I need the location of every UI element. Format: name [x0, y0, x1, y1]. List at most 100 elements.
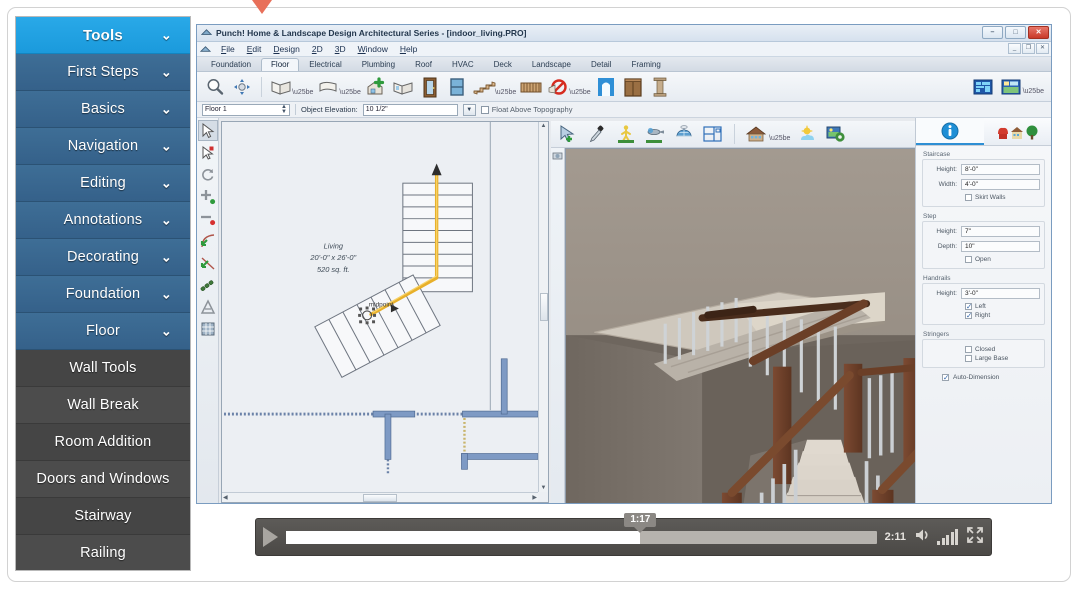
add-point-icon[interactable] [198, 186, 218, 207]
fullscreen-icon[interactable] [966, 526, 984, 549]
tab-roof[interactable]: Roof [405, 58, 442, 71]
menu-item-window[interactable]: Window [352, 44, 394, 54]
plan-scroll-left-arrow[interactable]: ◀ [222, 494, 229, 502]
wall-break-dropdown-dot[interactable]: \u25be [339, 89, 360, 101]
wall-tools-dropdown-dot[interactable]: \u25be [292, 89, 313, 101]
stairway-icon[interactable] [471, 74, 497, 100]
wall-break-icon[interactable] [315, 74, 341, 100]
pan-icon[interactable] [229, 74, 255, 100]
arc-out-icon[interactable] [198, 252, 218, 273]
plan-scroll-right-arrow[interactable]: ▶ [531, 494, 538, 502]
menu-item-design[interactable]: Design [267, 44, 305, 54]
mdi-close-button[interactable]: ✕ [1036, 43, 1049, 54]
plan-scroll-up-arrow[interactable]: ▲ [540, 122, 548, 130]
sidebar-item-first-steps[interactable]: First Steps⌄ [16, 54, 190, 91]
tab-hvac[interactable]: HVAC [442, 58, 484, 71]
house-dropdown-dot[interactable]: \u25be [769, 135, 790, 147]
tab-foundation[interactable]: Foundation [201, 58, 261, 71]
plan-horizontal-scrollbar[interactable]: ◀ ▶ [222, 492, 538, 502]
property-field-input[interactable]: 3'-0" [961, 288, 1040, 299]
window-maximize-button[interactable]: □ [1005, 26, 1026, 39]
speaker-icon[interactable] [914, 527, 932, 548]
tab-plumbing[interactable]: Plumbing [352, 58, 405, 71]
plan-hscroll-thumb[interactable] [363, 494, 397, 502]
sidebar-item-wall-tools[interactable]: Wall Tools [16, 350, 190, 387]
plan-canvas[interactable]: midpoint Living 20'-0" x 26'-0" 520 sq. … [222, 122, 538, 492]
property-checkbox-left[interactable]: Left [965, 303, 1040, 310]
arc-in-icon[interactable] [198, 230, 218, 251]
auto-dimension-checkbox[interactable]: Auto-Dimension [942, 374, 1045, 381]
wall-group-icon[interactable] [390, 74, 416, 100]
volume-slider[interactable] [937, 529, 958, 545]
sidebar-item-foundation[interactable]: Foundation⌄ [16, 276, 190, 313]
mdi-minimize-button[interactable]: _ [1008, 43, 1021, 54]
floorplan-overlay-icon[interactable] [700, 121, 726, 147]
volume-bar[interactable] [946, 535, 949, 545]
property-field-input[interactable]: 10" [961, 241, 1040, 252]
tab-landscape[interactable]: Landscape [522, 58, 581, 71]
render-settings-icon[interactable] [823, 121, 849, 147]
no-entry-dropdown-dot[interactable]: \u25be [569, 89, 590, 101]
delete-point-icon[interactable] [198, 208, 218, 229]
property-checkbox-skirt-walls[interactable]: Skirt Walls [965, 194, 1040, 201]
menu-item-file[interactable]: File [215, 44, 241, 54]
weather-icon[interactable] [794, 121, 820, 147]
property-checkbox-closed[interactable]: Closed [965, 346, 1040, 353]
elevation-view-icon[interactable] [998, 74, 1024, 100]
select-point-icon[interactable] [198, 142, 218, 163]
sidebar-item-basics[interactable]: Basics⌄ [16, 91, 190, 128]
volume-bar[interactable] [937, 541, 940, 545]
sidebar-item-decorating[interactable]: Decorating⌄ [16, 239, 190, 276]
volume-bar[interactable] [951, 532, 954, 545]
plan-vscroll-thumb[interactable] [540, 293, 548, 321]
sidebar-item-floor[interactable]: Floor⌄ [16, 313, 190, 350]
volume-bar[interactable] [942, 538, 945, 545]
flyover-icon[interactable] [642, 121, 668, 147]
cabinet-icon[interactable] [620, 74, 646, 100]
property-checkbox-open[interactable]: Open [965, 256, 1040, 263]
property-field-input[interactable]: 7" [961, 226, 1040, 237]
sidebar-item-annotations[interactable]: Annotations⌄ [16, 202, 190, 239]
property-checkbox-right[interactable]: Right [965, 312, 1040, 319]
menu-item-help[interactable]: Help [394, 44, 423, 54]
info-tab[interactable] [916, 118, 984, 145]
objects-tab[interactable] [984, 118, 1052, 145]
property-field-input[interactable]: 8'-0" [961, 164, 1040, 175]
no-entry-icon[interactable] [545, 74, 571, 100]
eyedropper-icon[interactable] [584, 121, 610, 147]
camera-icon[interactable] [551, 148, 565, 162]
rotate-icon[interactable] [198, 164, 218, 185]
mdi-restore-button[interactable]: ❐ [1022, 43, 1035, 54]
house-icon[interactable] [743, 121, 769, 147]
plan-scroll-down-arrow[interactable]: ▼ [540, 484, 548, 492]
plan-view-icon[interactable] [970, 74, 996, 100]
seek-bar[interactable]: 1:17 [286, 531, 877, 544]
railing-icon[interactable] [518, 74, 544, 100]
view-dropdown-dot[interactable]: \u25be [1023, 88, 1044, 100]
tab-deck[interactable]: Deck [484, 58, 522, 71]
window-close-button[interactable]: ✕ [1028, 26, 1049, 39]
tab-electrical[interactable]: Electrical [299, 58, 351, 71]
room-addition-icon[interactable] [363, 74, 389, 100]
menu-item-2d[interactable]: 2D [306, 44, 329, 54]
plan-vertical-scrollbar[interactable]: ▲ ▼ [538, 122, 548, 492]
chain-icon[interactable] [198, 274, 218, 295]
sidebar-item-stairway[interactable]: Stairway [16, 498, 190, 535]
volume-bar[interactable] [955, 529, 958, 545]
pointer-3d-icon[interactable] [555, 121, 581, 147]
elevation-input[interactable]: 10 1/2" [363, 104, 458, 116]
menu-item-edit[interactable]: Edit [241, 44, 268, 54]
column-icon[interactable] [647, 74, 673, 100]
plan-pane[interactable]: midpoint Living 20'-0" x 26'-0" 520 sq. … [221, 121, 549, 503]
door-icon[interactable] [417, 74, 443, 100]
sidebar-item-wall-break[interactable]: Wall Break [16, 387, 190, 424]
float-above-topography-checkbox[interactable]: Float Above Topography [481, 105, 573, 114]
grid-icon[interactable] [198, 318, 218, 339]
window-minimize-button[interactable]: – [982, 26, 1003, 39]
sidebar-item-railing[interactable]: Railing [16, 535, 190, 571]
sidebar-item-doors-and-windows[interactable]: Doors and Windows [16, 461, 190, 498]
window-icon[interactable] [444, 74, 470, 100]
tab-framing[interactable]: Framing [621, 58, 670, 71]
view3d-side-palette[interactable] [551, 148, 565, 504]
property-field-input[interactable]: 4'-0" [961, 179, 1040, 190]
